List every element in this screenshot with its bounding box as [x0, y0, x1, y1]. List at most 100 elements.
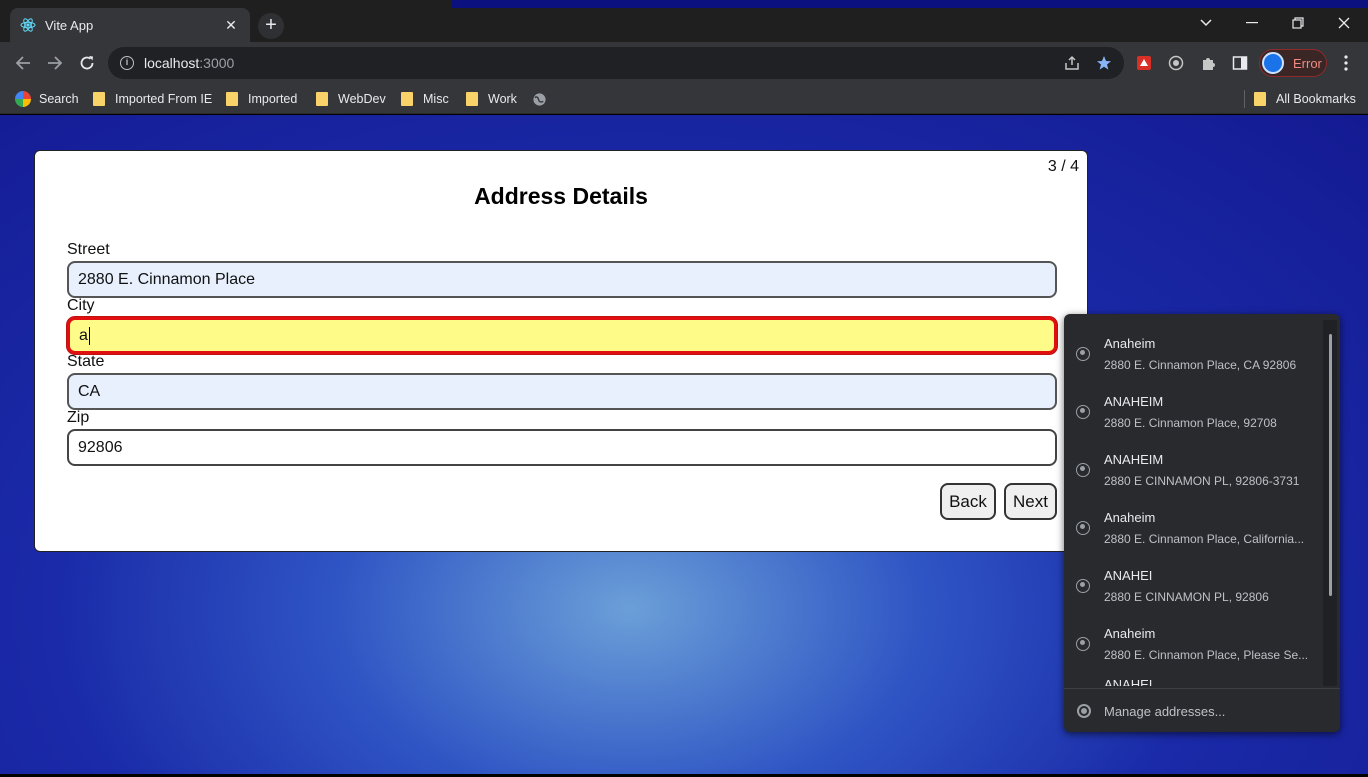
minimize-icon[interactable]	[1229, 8, 1275, 38]
tab-search-icon[interactable]	[1183, 8, 1229, 38]
title-bar-background	[452, 0, 1368, 8]
autofill-suggestion[interactable]: ANAHEIM 2880 E. Cinnamon Place, 92708	[1064, 380, 1324, 438]
google-icon	[15, 91, 31, 107]
restore-icon[interactable]	[1275, 8, 1321, 38]
suggestion-name: ANAHEI	[1104, 568, 1153, 583]
folder-icon	[226, 92, 238, 106]
folder-icon	[401, 92, 413, 106]
folder-icon	[466, 92, 478, 106]
person-icon	[1076, 463, 1090, 477]
street-value: 2880 E. Cinnamon Place	[78, 270, 255, 288]
street-input[interactable]: 2880 E. Cinnamon Place	[67, 261, 1057, 298]
bookmark-label: Imported	[248, 92, 298, 106]
person-icon	[1076, 521, 1090, 535]
autofill-suggestion[interactable]: Anaheim 2880 E. Cinnamon Place, CA 92806	[1064, 322, 1324, 380]
suggestion-address: 2880 E. Cinnamon Place, California...	[1104, 532, 1305, 546]
browser-tab[interactable]: Vite App ✕	[10, 8, 250, 42]
bookmarks-bar: Search Imported From IE Imported WebDev …	[0, 84, 1368, 114]
all-bookmarks-label: All Bookmarks	[1276, 92, 1356, 106]
menu-kebab-icon[interactable]	[1335, 52, 1357, 74]
back-button[interactable]: Back	[940, 483, 996, 520]
bookmark-label: Imported From IE	[115, 92, 213, 106]
react-icon	[20, 17, 36, 33]
bookmark-misc[interactable]: Misc	[401, 90, 449, 108]
autofill-suggestion[interactable]: ANAHEIM 2880 E CINNAMON PL, 92806-3731	[1064, 438, 1324, 496]
site-info-icon[interactable]: i	[120, 56, 134, 70]
side-panel-icon[interactable]	[1229, 52, 1251, 74]
url-host: localhost	[144, 55, 200, 71]
extensions-puzzle-icon[interactable]	[1197, 52, 1219, 74]
bookmark-label: Work	[488, 92, 517, 106]
suggestion-address: 2880 E. Cinnamon Place, CA 92806	[1104, 358, 1297, 372]
suggestion-name: ANAHEIM	[1104, 452, 1164, 467]
person-icon	[1076, 579, 1090, 593]
folder-icon	[1254, 92, 1266, 106]
person-icon	[1076, 637, 1090, 651]
address-bar[interactable]: i localhost:3000	[108, 47, 1124, 79]
extension-red-icon[interactable]	[1133, 52, 1155, 74]
scrollbar-thumb[interactable]	[1329, 334, 1332, 596]
profile-status: Error	[1293, 55, 1322, 71]
bookmark-imported[interactable]: Imported	[226, 90, 297, 108]
person-icon	[1076, 405, 1090, 419]
suggestion-name: Anaheim	[1104, 626, 1156, 641]
zip-value: 92806	[78, 438, 123, 456]
zip-input[interactable]: 92806	[67, 429, 1057, 466]
bookmark-webdev[interactable]: WebDev	[316, 90, 386, 108]
zip-label: Zip	[67, 409, 90, 426]
text-caret	[88, 326, 90, 345]
next-button[interactable]: Next	[1004, 483, 1057, 520]
state-input[interactable]: CA	[67, 373, 1057, 410]
step-counter: 3 / 4	[1047, 158, 1079, 175]
folder-icon	[93, 92, 105, 106]
city-input[interactable]: a	[67, 317, 1057, 354]
all-bookmarks[interactable]: All Bookmarks	[1244, 90, 1356, 108]
person-icon	[1076, 347, 1090, 361]
manage-addresses-item[interactable]: Manage addresses...	[1064, 690, 1340, 732]
tab-title: Vite App	[45, 17, 94, 33]
url-port: :3000	[199, 55, 235, 71]
reload-icon[interactable]	[74, 50, 100, 76]
suggestion-address: 2880 E CINNAMON PL, 92806	[1104, 590, 1269, 604]
autofill-dropdown: Anaheim 2880 E. Cinnamon Place, CA 92806…	[1064, 314, 1340, 732]
suggestion-address: 2880 E. Cinnamon Place, Please Se...	[1104, 648, 1309, 662]
new-tab-button[interactable]: +	[258, 13, 284, 39]
state-label: State	[67, 353, 105, 370]
autofill-suggestion[interactable]: ANAHEI 2880 E CINNAMON PL, 92806	[1064, 554, 1324, 612]
share-icon[interactable]	[1061, 52, 1083, 74]
tab-strip: Vite App ✕ +	[0, 0, 1368, 42]
suggestion-address: 2880 E CINNAMON PL, 92806-3731	[1104, 474, 1300, 488]
address-form-card: 3 / 4 Address Details Street 2880 E. Cin…	[34, 150, 1088, 552]
close-window-icon[interactable]	[1321, 8, 1367, 38]
bookmark-label: WebDev	[338, 92, 386, 106]
bookmark-work[interactable]: Work	[466, 90, 517, 108]
autofill-scrollbar[interactable]	[1323, 320, 1337, 686]
city-value: a	[79, 326, 88, 344]
divider	[1064, 688, 1340, 689]
suggestion-name: Anaheim	[1104, 336, 1156, 351]
globe-icon[interactable]	[532, 90, 547, 108]
bookmark-label: Misc	[423, 92, 449, 106]
close-tab-icon[interactable]: ✕	[222, 17, 240, 34]
suggestion-name: Anaheim	[1104, 510, 1156, 525]
city-label: City	[67, 297, 95, 314]
bookmark-search[interactable]: Search	[15, 90, 79, 108]
autofill-suggestion[interactable]: Anaheim 2880 E. Cinnamon Place, Please S…	[1064, 612, 1324, 670]
browser-toolbar: i localhost:3000 Error	[0, 42, 1368, 84]
autofill-suggestion[interactable]: ANAHEI	[1064, 670, 1324, 686]
bookmark-imported-from-ie[interactable]: Imported From IE	[93, 90, 212, 108]
suggestion-address: 2880 E. Cinnamon Place, 92708	[1104, 416, 1277, 430]
profile-error-button[interactable]: Error	[1259, 49, 1327, 77]
avatar	[1262, 52, 1284, 74]
extension-circle-icon[interactable]	[1165, 52, 1187, 74]
street-label: Street	[67, 241, 110, 258]
forward-arrow-icon[interactable]	[42, 50, 68, 76]
manage-addresses-label: Manage addresses...	[1104, 703, 1226, 719]
autofill-suggestion[interactable]: Anaheim 2880 E. Cinnamon Place, Californ…	[1064, 496, 1324, 554]
page-title: Address Details	[474, 183, 648, 209]
state-value: CA	[78, 382, 101, 400]
folder-icon	[316, 92, 328, 106]
bookmark-label: Search	[39, 92, 79, 106]
back-arrow-icon[interactable]	[10, 50, 36, 76]
bookmark-star-icon[interactable]	[1093, 52, 1115, 74]
